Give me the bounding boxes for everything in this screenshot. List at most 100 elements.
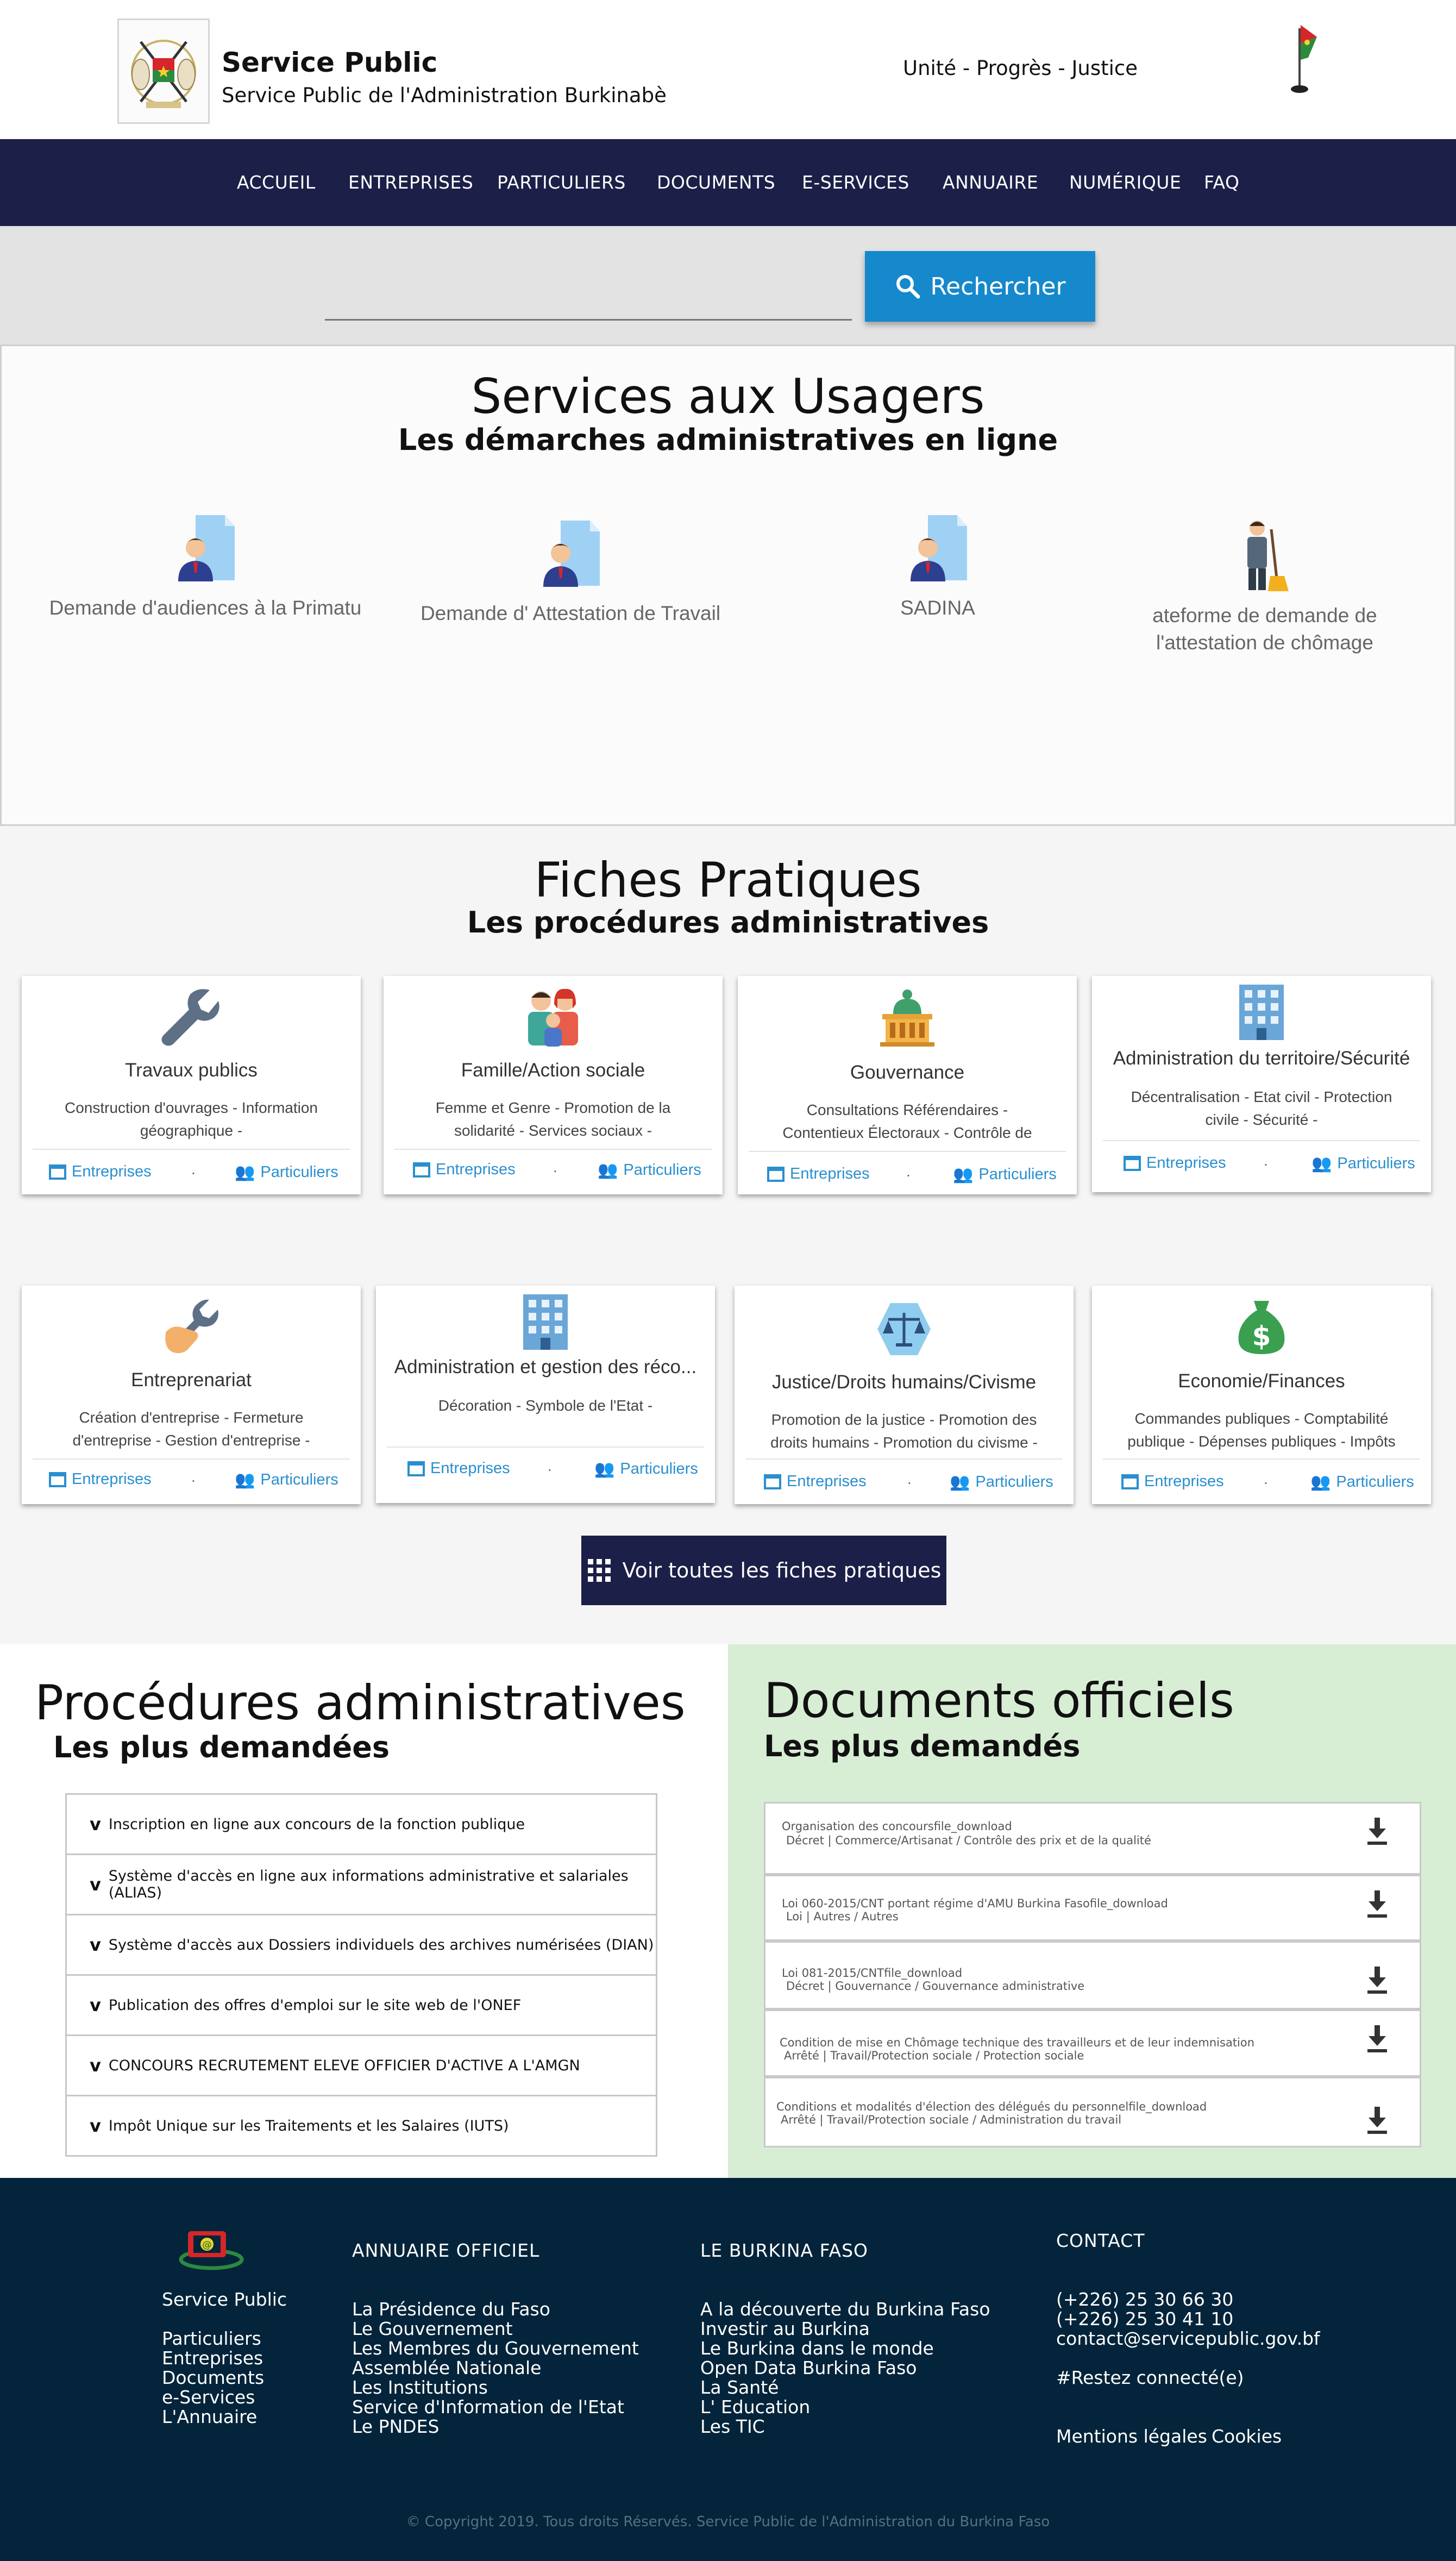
building-icon	[764, 1474, 781, 1489]
footer-link[interactable]: e-Services	[162, 2388, 255, 2407]
footer-link[interactable]: Le PNDES	[352, 2417, 439, 2437]
entreprises-link[interactable]: Entreprises	[1121, 1473, 1224, 1491]
nav-entreprises[interactable]: ENTREPRISES	[348, 172, 473, 193]
procedure-accordion-item[interactable]: v Impôt Unique sur les Traitements et les…	[65, 2095, 657, 2157]
nav-accueil[interactable]: ACCUEIL	[237, 172, 316, 193]
service-item[interactable]: Demande d' Attestation de Travail	[409, 518, 732, 627]
footer-link[interactable]: Les TIC	[700, 2417, 765, 2437]
footer-link[interactable]: Le Burkina dans le monde	[700, 2339, 934, 2358]
nav-particuliers[interactable]: PARTICULIERS	[497, 172, 626, 193]
service-item[interactable]: Demande d'audiences à la Primatu	[43, 513, 367, 622]
coat-of-arms-logo[interactable]	[117, 18, 210, 124]
fiche-card-economie[interactable]: $ Economie/Finances Commandes publiques …	[1092, 1286, 1431, 1504]
footer-link[interactable]: Documents	[162, 2368, 264, 2388]
procedure-label: Inscription en ligne aux concours de la …	[108, 1815, 525, 1833]
footer-brand[interactable]: Service Public	[162, 2290, 287, 2309]
nav-documents[interactable]: DOCUMENTS	[657, 172, 775, 193]
footer-link[interactable]: La Santé	[700, 2378, 779, 2397]
search-button[interactable]: Rechercher	[865, 251, 1095, 322]
footer-link[interactable]: A la découverte du Burkina Faso	[700, 2300, 990, 2319]
card-title: Travaux publics	[125, 1060, 258, 1081]
service-item[interactable]: ateforme de demande de l'attestation de …	[1103, 518, 1427, 656]
download-icon[interactable]	[1365, 2024, 1389, 2053]
footer-link[interactable]: La Présidence du Faso	[352, 2300, 550, 2319]
entreprises-link[interactable]: Entreprises	[49, 1163, 152, 1181]
search-input[interactable]	[325, 283, 852, 321]
service-item[interactable]: SADINA	[776, 513, 1100, 622]
fiche-card-entreprenariat[interactable]: Entreprenariat Création d'entreprise - F…	[22, 1286, 361, 1504]
footer-link[interactable]: Les Institutions	[352, 2378, 488, 2397]
fiche-card-travaux-publics[interactable]: Travaux publics Construction d'ouvrages …	[22, 976, 361, 1194]
chevron-down-icon: v	[90, 1934, 101, 1955]
footer-link[interactable]: Investir au Burkina	[700, 2319, 870, 2339]
procedure-accordion-item[interactable]: v Système d'accès en ligne aux informatio…	[65, 1854, 657, 1915]
particuliers-link[interactable]: 👥 Particuliers	[598, 1161, 701, 1180]
footer-link[interactable]: Entreprises	[162, 2349, 263, 2368]
fiche-card-administration-recompenses[interactable]: Administration et gestion des réco... Dé…	[376, 1286, 715, 1503]
nav-annuaire[interactable]: ANNUAIRE	[943, 172, 1038, 193]
particuliers-link[interactable]: 👥 Particuliers	[235, 1163, 338, 1182]
entreprises-link[interactable]: Entreprises	[767, 1165, 870, 1183]
particuliers-link[interactable]: 👥 Particuliers	[594, 1460, 698, 1479]
grid-icon	[587, 1559, 611, 1582]
particuliers-link[interactable]: 👥 Particuliers	[235, 1470, 338, 1489]
nav-e-services[interactable]: E-SERVICES	[802, 172, 909, 193]
nav-numerique[interactable]: NUMÉRIQUE	[1069, 172, 1181, 193]
fiche-card-gouvernance[interactable]: Gouvernance Consultations Référendaires …	[738, 976, 1077, 1194]
footer-link[interactable]: Particuliers	[162, 2329, 261, 2349]
document-item[interactable]: Organisation des concoursfile_download D…	[764, 1802, 1421, 1875]
footer-email[interactable]: contact@servicepublic.gov.bf	[1056, 2329, 1320, 2349]
document-title: Conditions et modalités d'élection des d…	[776, 2100, 1207, 2113]
office-building-icon	[1239, 985, 1284, 1040]
fiche-card-famille[interactable]: Famille/Action sociale Femme et Genre - …	[384, 976, 723, 1194]
search-button-label: Rechercher	[930, 272, 1066, 300]
footer-link[interactable]: Le Gouvernement	[352, 2319, 513, 2339]
service-public-logo-icon[interactable]: @	[177, 2228, 246, 2271]
footer-link[interactable]: Service d'Information de l'Etat	[352, 2397, 624, 2417]
download-icon[interactable]	[1365, 1817, 1389, 1846]
nav-faq[interactable]: FAQ	[1204, 172, 1239, 193]
procedure-accordion-item[interactable]: v Inscription en ligne aux concours de la…	[65, 1793, 657, 1855]
all-fiches-button[interactable]: Voir toutes les fiches pratiques	[581, 1536, 946, 1605]
coat-of-arms-icon	[131, 40, 196, 108]
footer-link[interactable]: Open Data Burkina Faso	[700, 2358, 917, 2378]
document-item[interactable]: Conditions et modalités d'élection des d…	[764, 2077, 1421, 2147]
footer-link[interactable]: L'Annuaire	[162, 2407, 257, 2427]
site-title[interactable]: Service Public	[222, 47, 437, 78]
footer-link[interactable]: L' Education	[700, 2397, 810, 2417]
footer-legal-link[interactable]: Mentions légales	[1056, 2427, 1207, 2446]
footer-link[interactable]: Assemblée Nationale	[352, 2358, 541, 2378]
footer-cookies-link[interactable]: Cookies	[1212, 2427, 1282, 2446]
particuliers-link[interactable]: 👥 Particuliers	[1311, 1154, 1415, 1173]
procedure-accordion-item[interactable]: v CONCOURS RECRUTEMENT ELEVE OFFICIER D'A…	[65, 2034, 657, 2096]
entreprises-link[interactable]: Entreprises	[413, 1161, 516, 1179]
procedure-accordion-item[interactable]: v Système d'accès aux Dossiers individuel…	[65, 1914, 657, 1976]
particuliers-link[interactable]: 👥 Particuliers	[1310, 1473, 1414, 1492]
particuliers-link[interactable]: 👥 Particuliers	[953, 1165, 1057, 1184]
document-item[interactable]: Loi 060-2015/CNT portant régime d'AMU Bu…	[764, 1875, 1421, 1941]
card-title: Economie/Finances	[1178, 1370, 1345, 1392]
procedure-label: Système d'accès aux Dossiers individuels…	[108, 1936, 654, 1953]
download-icon[interactable]	[1365, 1889, 1389, 1919]
footer-link[interactable]: Les Membres du Gouvernement	[352, 2339, 639, 2358]
footer-phone[interactable]: (+226) 25 30 66 30	[1056, 2290, 1233, 2309]
entreprises-link[interactable]: Entreprises	[1124, 1154, 1226, 1172]
entreprises-link[interactable]: Entreprises	[49, 1470, 152, 1488]
link-separator: .	[191, 1161, 196, 1178]
document-item[interactable]: Loi 081-2015/CNTfile_download Décret | G…	[764, 1941, 1421, 2009]
building-icon	[1124, 1155, 1141, 1171]
download-icon[interactable]	[1365, 1965, 1389, 1995]
download-icon[interactable]	[1365, 2106, 1389, 2135]
entreprises-link[interactable]: Entreprises	[407, 1460, 510, 1477]
card-divider	[1103, 1140, 1420, 1141]
footer-phone[interactable]: (+226) 25 30 41 10	[1056, 2309, 1233, 2329]
footer-contact-heading: CONTACT	[1056, 2230, 1145, 2251]
procedure-accordion-item[interactable]: v Publication des offres d'emploi sur le …	[65, 1974, 657, 2036]
search-icon	[896, 275, 920, 299]
fiche-card-justice[interactable]: Justice/Droits humains/Civisme Promotion…	[735, 1286, 1074, 1504]
fiche-card-administration-territoire[interactable]: Administration du territoire/Sécurité Dé…	[1092, 976, 1431, 1192]
document-item[interactable]: Condition de mise en Chômage technique d…	[764, 2009, 1421, 2077]
document-title: Condition de mise en Chômage technique d…	[780, 2036, 1255, 2049]
entreprises-link[interactable]: Entreprises	[764, 1473, 867, 1491]
particuliers-link[interactable]: 👥 Particuliers	[950, 1473, 1053, 1492]
